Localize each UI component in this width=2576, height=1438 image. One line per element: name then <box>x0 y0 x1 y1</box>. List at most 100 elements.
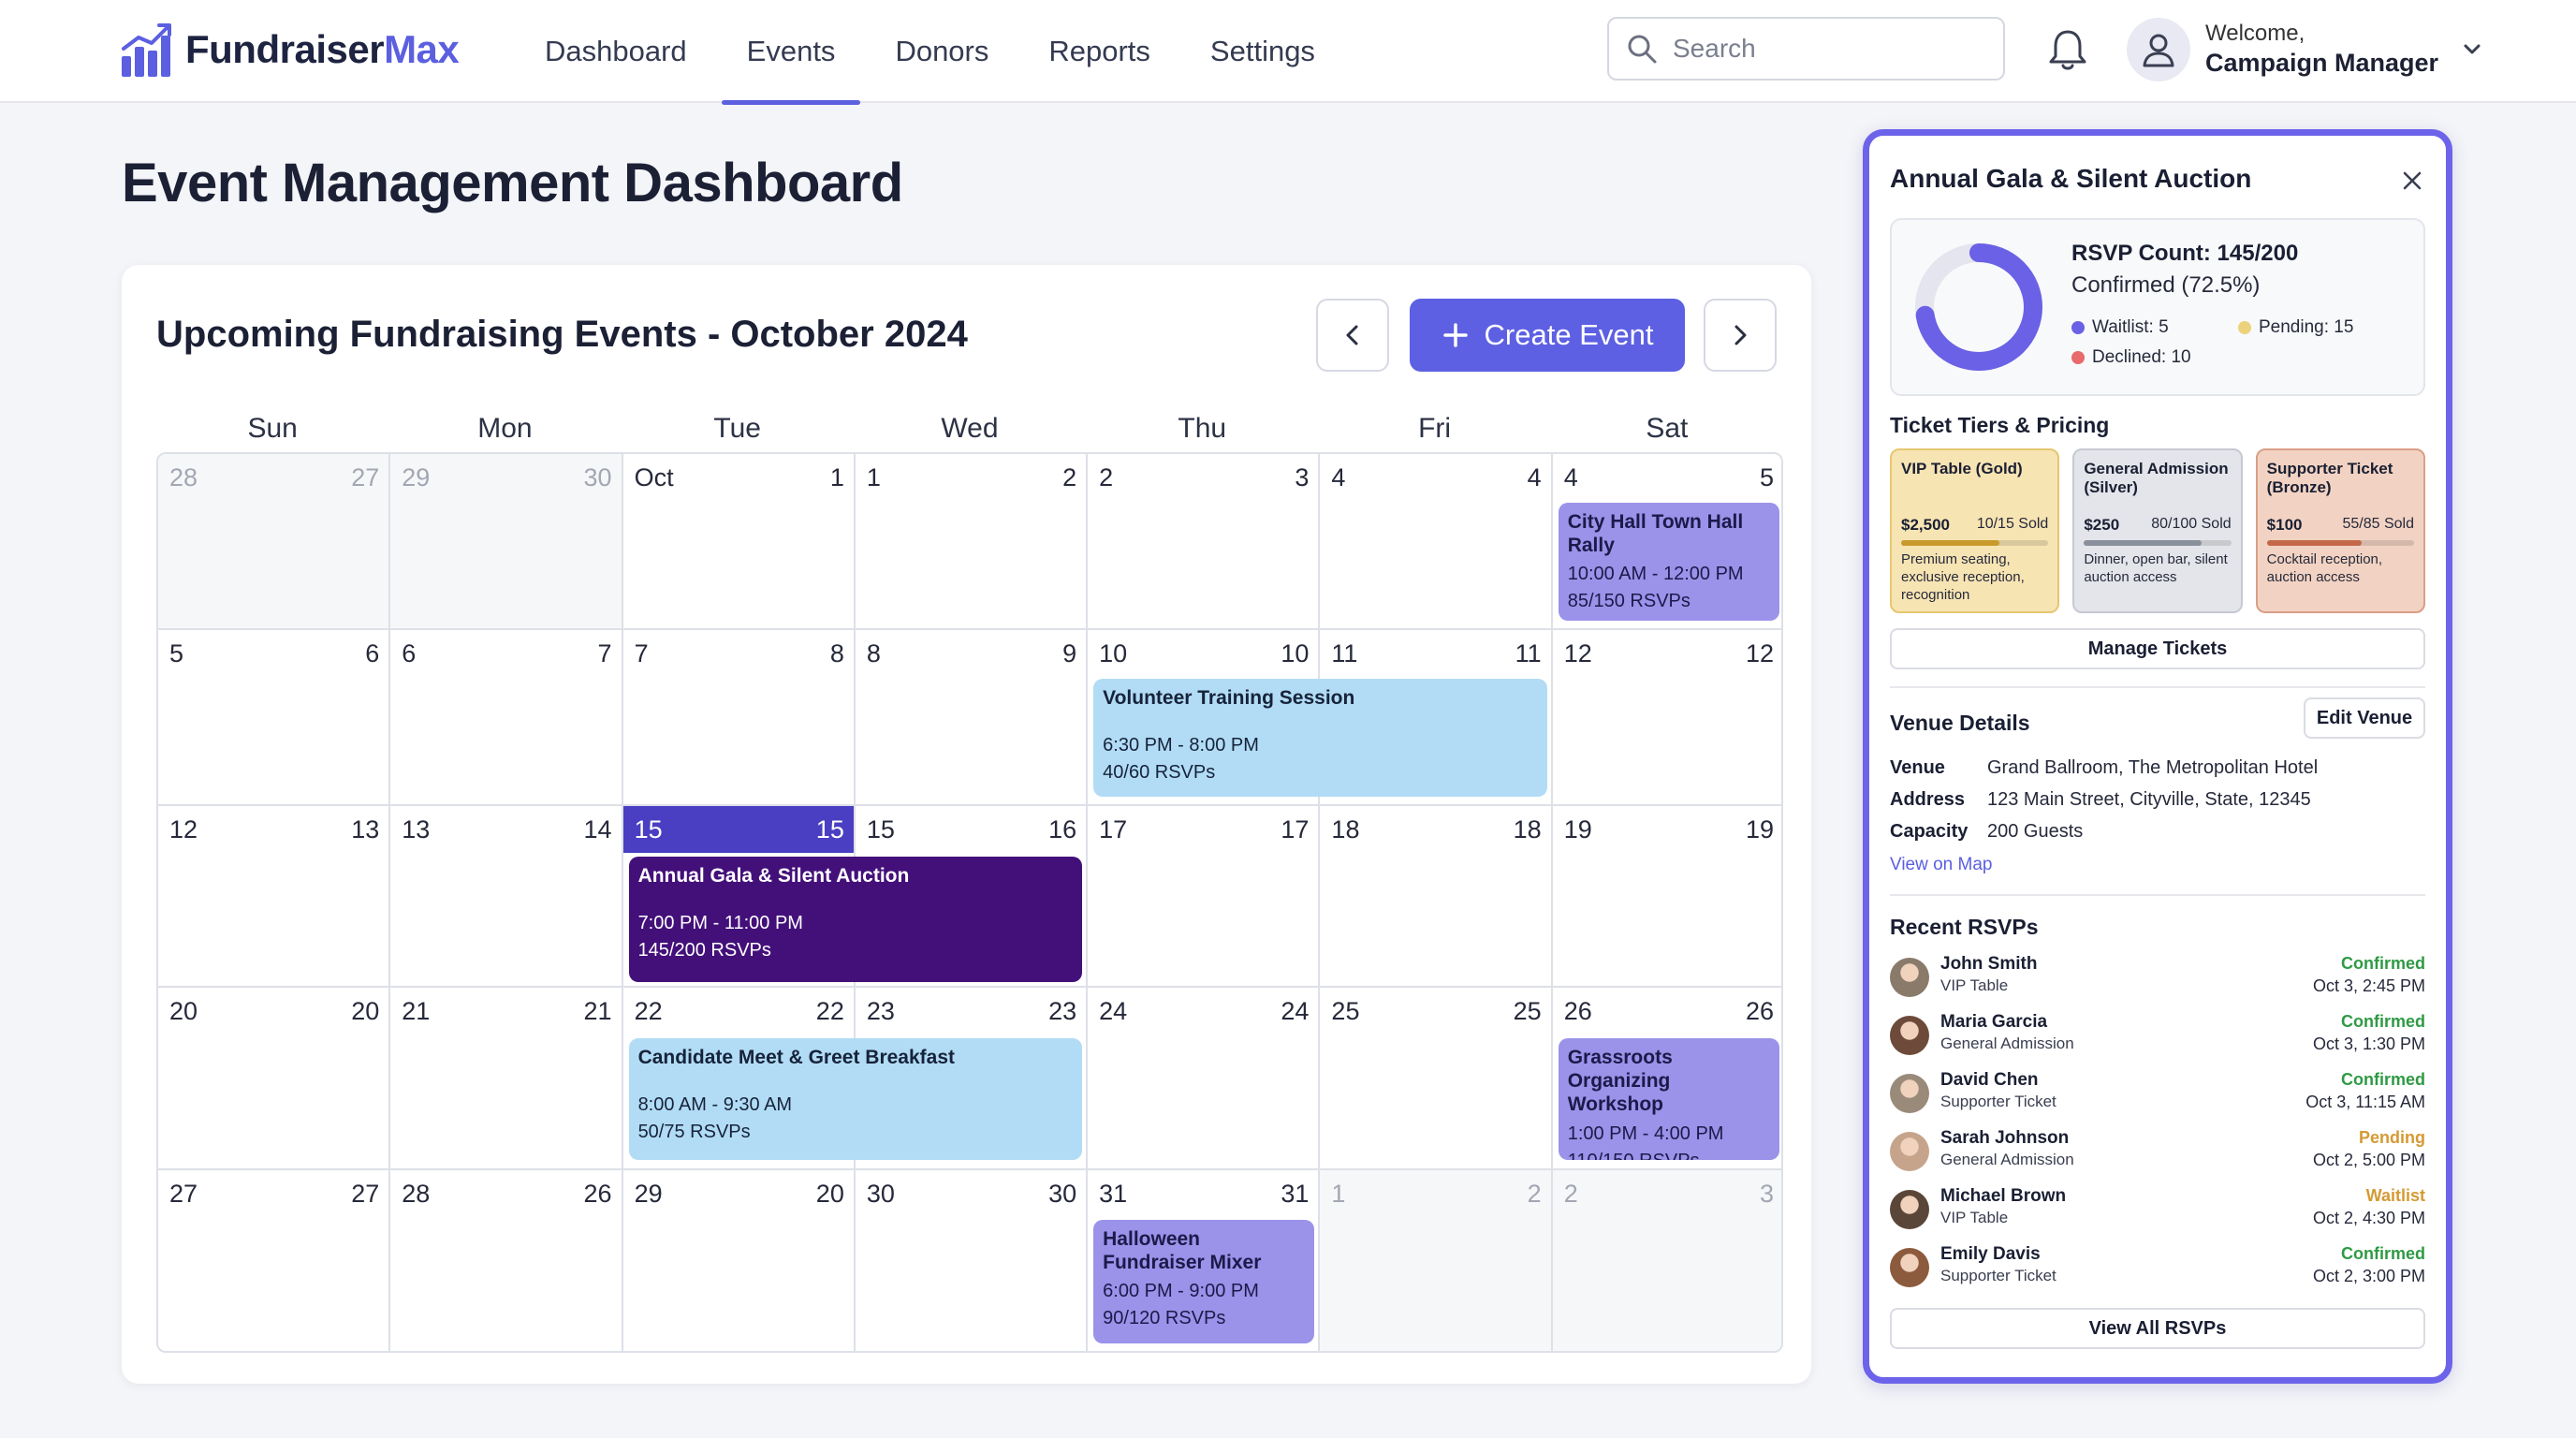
nav-item-dashboard[interactable]: Dashboard <box>515 0 717 103</box>
calendar-day[interactable]: 89 <box>855 630 1089 806</box>
nav-item-donors[interactable]: Donors <box>865 0 1018 103</box>
rsvp-name: Emily Davis <box>1940 1244 2041 1264</box>
day-number-alt: 20 <box>815 1180 844 1208</box>
calendar-day[interactable]: 12 12 <box>1552 630 1781 806</box>
calendar-day[interactable]: 28 27 <box>158 454 391 630</box>
calendar-day[interactable]: 56 <box>158 630 391 806</box>
calendar-day[interactable]: 29 30 <box>390 454 623 630</box>
nav-item-events[interactable]: Events <box>717 0 866 105</box>
close-icon[interactable] <box>2399 168 2425 194</box>
day-number-alt: 2 <box>1062 463 1077 492</box>
rsvp-name: Sarah Johnson <box>1940 1128 2070 1148</box>
calendar-day[interactable]: 44 <box>1320 454 1553 630</box>
view-all-rsvps-button[interactable]: View All RSVPs <box>1890 1308 2425 1349</box>
calendar-grid: 28 27 29 30 Oct 1 1 2 2 3 4 4 4 5 5 6 6 7 7 8 8 9 10 10 11 11 12 12… <box>156 452 1783 1353</box>
calendar-day[interactable]: 21 21 <box>390 988 623 1170</box>
event-time: 1:00 PM - 4:00 PM <box>1567 1123 1724 1144</box>
tier-name: VIP Table (Gold) <box>1901 460 2023 477</box>
day-number: 18 <box>1331 815 1360 844</box>
calendar-day[interactable]: 18 18 <box>1320 806 1553 988</box>
calendar-day[interactable]: 27 27 <box>158 1170 391 1351</box>
calendar-day[interactable]: 12 13 <box>158 806 391 988</box>
create-event-button[interactable]: Create Event <box>1410 299 1685 372</box>
day-number: 22 <box>634 997 663 1025</box>
venue-details-title: Venue Details <box>1890 711 2030 735</box>
tier-sold: 80/100 Sold <box>2151 516 2232 532</box>
chevron-right-icon <box>1734 325 1747 345</box>
calendar-day[interactable]: 30 30 <box>856 1170 1089 1351</box>
calendar-day[interactable]: Oct 1 <box>622 454 856 630</box>
app-logo[interactable]: FundraiserMax <box>120 19 460 81</box>
edit-venue-button[interactable]: Edit Venue <box>2304 697 2425 739</box>
calendar-event[interactable]: Candidate Meet & Greet Breakfast 8:00 AM … <box>628 1038 1083 1160</box>
rsvp-list-item[interactable]: Maria Garcia General Admission Confirmed Oc… <box>1890 1010 2425 1063</box>
calendar-day[interactable]: 12 <box>855 454 1089 630</box>
notification-bell-icon[interactable] <box>2046 26 2089 73</box>
previous-month-button[interactable] <box>1316 299 1389 372</box>
avatar <box>1890 1074 1929 1113</box>
user-menu[interactable]: Welcome, Campaign Manager <box>2127 15 2483 84</box>
calendar-event[interactable]: Grassroots Organizing Workshop 1:00 PM - … <box>1558 1038 1779 1160</box>
calendar-day[interactable]: 17 17 <box>1088 806 1321 988</box>
pending-dot <box>2238 321 2251 334</box>
next-month-button[interactable] <box>1704 299 1777 372</box>
event-title: Volunteer Training Session <box>1103 687 1355 709</box>
ticket-tier-card[interactable]: VIP Table (Gold) $2,500 10/15 Sold Premium … <box>1890 448 2060 613</box>
day-number: 17 <box>1099 815 1128 844</box>
calendar-event[interactable]: Halloween Fundraiser Mixer 6:00 PM - 9:00… <box>1093 1220 1315 1343</box>
event-title: Halloween Fundraiser Mixer <box>1103 1228 1262 1274</box>
calendar-day[interactable]: 20 20 <box>158 988 391 1170</box>
weekday-label: Fri <box>1418 413 1452 444</box>
day-number-alt: 18 <box>1513 815 1542 844</box>
rsvp-tier: Supporter Ticket <box>1940 1267 2056 1284</box>
rsvp-list-item[interactable]: Michael Brown VIP Table Waitlist Oct 2, 4:3… <box>1890 1184 2425 1237</box>
bar-chart-logo-icon <box>122 23 171 77</box>
rsvp-list-item[interactable]: John Smith VIP Table Confirmed Oct 3, 2:45 … <box>1890 952 2425 1005</box>
page-title: Event Management Dashboard <box>122 153 903 213</box>
calendar-event[interactable]: Volunteer Training Session 6:30 PM - 8:00… <box>1093 679 1547 797</box>
day-number: 2 <box>1099 463 1114 492</box>
tier-description: Premium seating, exclusive reception, re… <box>1901 551 2025 603</box>
ticket-tier-card[interactable]: General Admission (Silver) $250 80/100 Sol… <box>2072 448 2243 613</box>
calendar-event[interactable]: City Hall Town Hall Rally 10:00 AM - 12:0… <box>1558 503 1779 621</box>
calendar-day[interactable]: 29 20 <box>623 1170 856 1351</box>
day-number: 12 <box>1563 639 1592 668</box>
weekday-label: Sun <box>247 413 298 444</box>
rsvp-list-item[interactable]: Sarah Johnson General Admission Pending Oct… <box>1890 1126 2425 1179</box>
day-number-alt: 26 <box>583 1180 612 1208</box>
calendar-day[interactable]: 25 25 <box>1320 988 1553 1170</box>
day-number: 24 <box>1099 997 1128 1025</box>
address-row: Address 123 Main Street, Cityville, Stat… <box>1890 789 2311 811</box>
user-welcome: Welcome, <box>2205 21 2305 47</box>
main-nav: Dashboard Events Donors Reports Settings <box>515 0 1345 105</box>
calendar-day[interactable]: 67 <box>390 630 623 806</box>
calendar-day[interactable]: 23 <box>1552 1170 1781 1351</box>
calendar-day[interactable]: 24 24 <box>1088 988 1321 1170</box>
nav-item-reports[interactable]: Reports <box>1018 0 1180 103</box>
rsvp-tier: VIP Table <box>1940 1209 2009 1226</box>
event-rsvps: 85/150 RSVPs <box>1567 591 1690 612</box>
chevron-down-icon[interactable] <box>2461 38 2483 61</box>
manage-tickets-button[interactable]: Manage Tickets <box>1890 628 2425 669</box>
tier-progress-bar <box>2266 540 2414 546</box>
ticket-tier-card[interactable]: Supporter Ticket (Bronze) $100 55/85 Sold C… <box>2255 448 2425 613</box>
rsvp-list-item[interactable]: Emily Davis Supporter Ticket Confirmed Oct … <box>1890 1242 2425 1295</box>
calendar-event[interactable]: Annual Gala & Silent Auction 7:00 PM - 11… <box>628 857 1083 982</box>
search-input[interactable] <box>1671 33 1980 65</box>
rsvp-list-item[interactable]: David Chen Supporter Ticket Confirmed Oct 3… <box>1890 1068 2425 1121</box>
calendar-day[interactable]: 13 14 <box>390 806 623 988</box>
calendar-day[interactable]: 12 <box>1320 1170 1553 1351</box>
calendar-day[interactable]: 78 <box>622 630 856 806</box>
tier-sold: 55/85 Sold <box>2342 516 2414 532</box>
calendar-day[interactable]: 19 19 <box>1552 806 1781 988</box>
avatar <box>1890 958 1929 997</box>
nav-item-settings[interactable]: Settings <box>1180 0 1345 103</box>
day-number-alt: 24 <box>1281 997 1310 1025</box>
day-number: 15 <box>634 815 663 844</box>
day-number: 28 <box>402 1180 431 1208</box>
event-rsvps: 40/60 RSVPs <box>1103 762 1216 784</box>
calendar-day[interactable]: 28 26 <box>390 1170 623 1351</box>
event-time: 10:00 AM - 12:00 PM <box>1567 564 1744 585</box>
view-on-map-link[interactable]: View on Map <box>1890 855 1993 875</box>
calendar-day[interactable]: 23 <box>1088 454 1321 630</box>
